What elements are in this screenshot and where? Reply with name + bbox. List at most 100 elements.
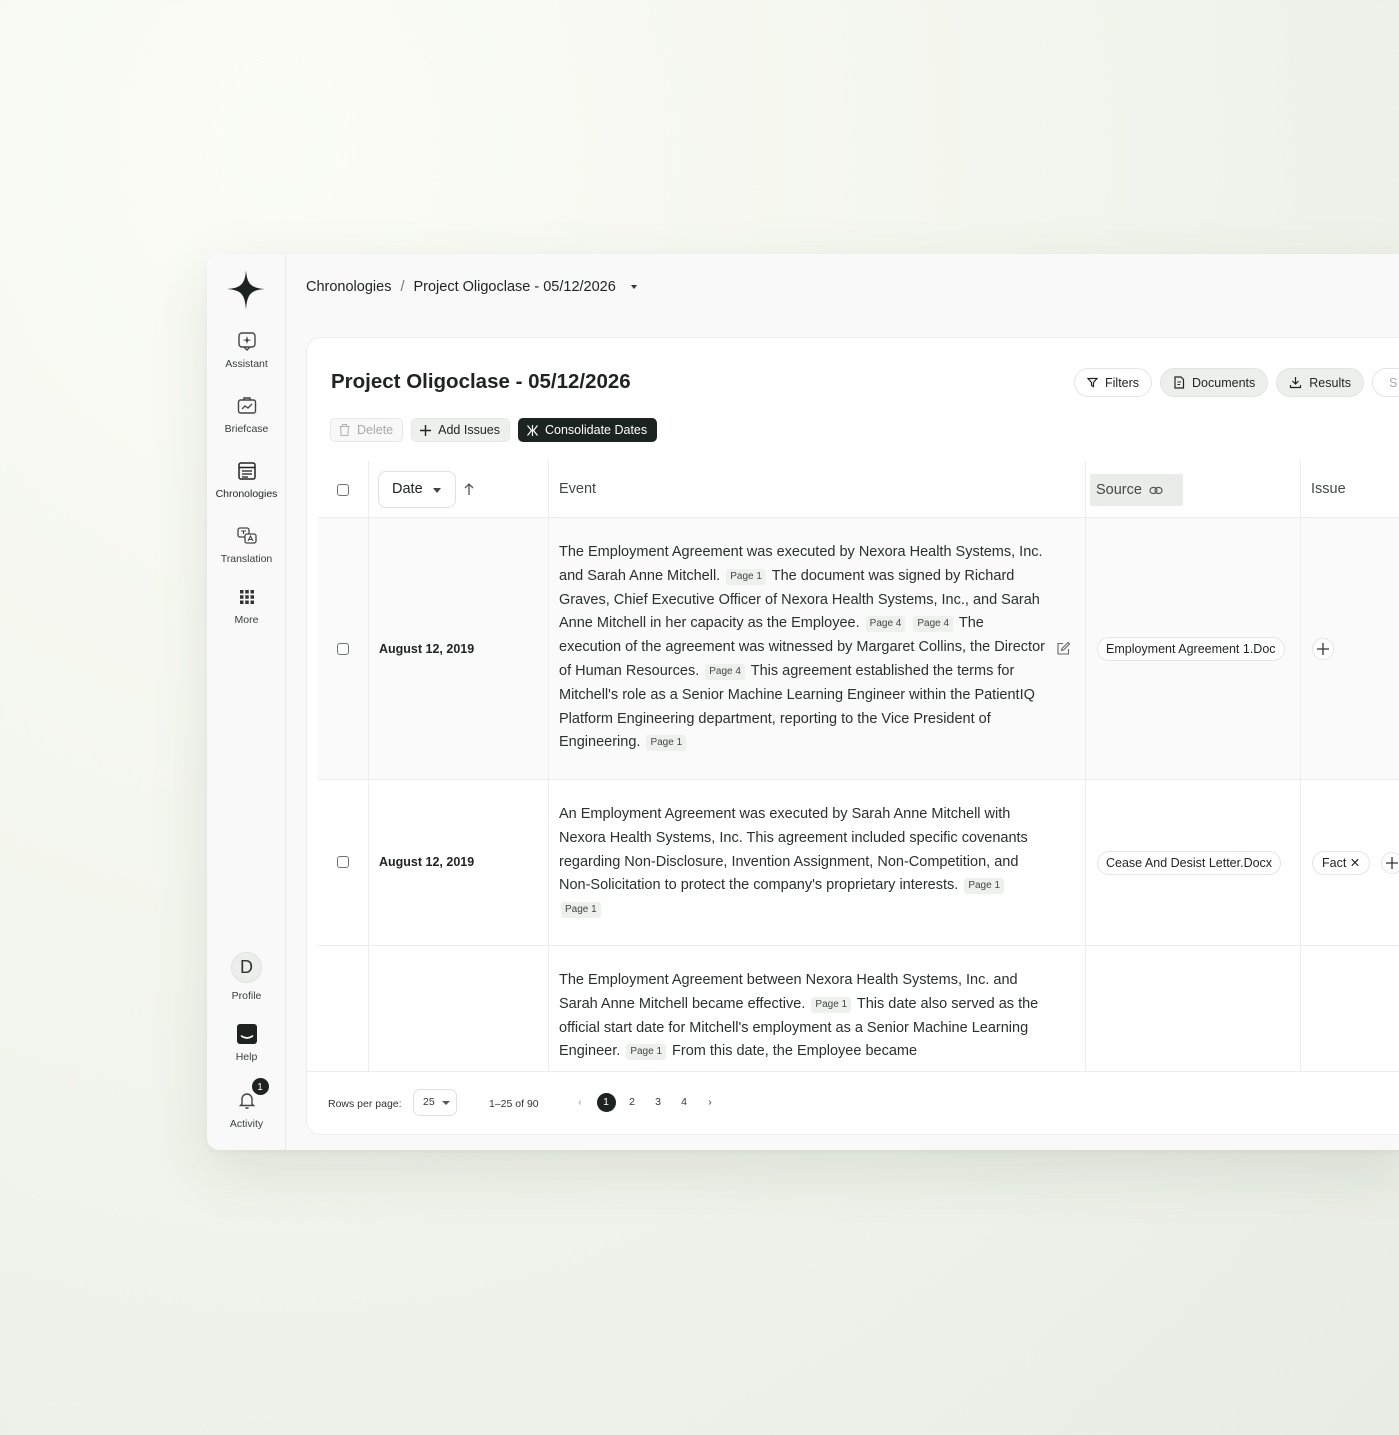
results-button[interactable]: Results xyxy=(1276,368,1364,397)
row-date: August 12, 2019 xyxy=(379,642,475,656)
avatar[interactable]: D xyxy=(231,952,262,983)
filters-button[interactable]: Filters xyxy=(1074,368,1153,397)
table-row[interactable]: The Employment Agreement between Nexora … xyxy=(318,946,1399,1071)
chronology-table: Date Event Source Issue August 12, 2019 … xyxy=(318,461,1399,1071)
chevron-down-icon[interactable] xyxy=(630,285,637,289)
chevron-down-icon xyxy=(442,1101,450,1105)
sidebar-item-activity[interactable]: 1 Activity xyxy=(207,1077,286,1130)
page-reference-chip[interactable]: Page 1 xyxy=(646,735,687,752)
source-chip[interactable]: Cease And Desist Letter.Docx xyxy=(1097,851,1282,875)
sidebar-item-more[interactable]: More xyxy=(207,586,286,626)
add-issues-label: Add Issues xyxy=(438,423,500,437)
app-logo-icon[interactable] xyxy=(225,270,267,310)
next-page-button[interactable]: › xyxy=(697,1092,723,1112)
sidebar-item-chronologies[interactable]: Chronologies xyxy=(207,460,286,500)
table-header: Date Event Source Issue xyxy=(318,461,1399,518)
column-divider xyxy=(1085,461,1086,1071)
event-column-header[interactable]: Event xyxy=(559,481,596,497)
row-checkbox[interactable] xyxy=(337,856,349,868)
briefcase-icon xyxy=(237,397,256,414)
plus-icon xyxy=(1386,857,1398,869)
truncated-label: S xyxy=(1388,375,1398,390)
link-icon xyxy=(1149,486,1163,494)
help-chat-icon xyxy=(236,1024,257,1044)
issue-column-header[interactable]: Issue xyxy=(1311,481,1346,497)
page-reference-chip[interactable]: Page 1 xyxy=(811,996,852,1013)
app-window: Assistant Briefcase Chronologies Transla… xyxy=(207,254,1399,1150)
truncated-button[interactable]: S xyxy=(1371,368,1399,397)
column-divider xyxy=(368,461,369,1071)
breadcrumb: Chronologies / Project Oligoclase - 05/1… xyxy=(306,279,637,295)
sidebar-item-translation[interactable]: Translation xyxy=(207,525,286,565)
trash-icon xyxy=(339,423,350,437)
page-button-current[interactable]: 1 xyxy=(596,1092,616,1112)
sidebar-item-label: Briefcase xyxy=(224,423,269,435)
page-reference-chip[interactable]: Page 1 xyxy=(726,568,766,585)
merge-icon xyxy=(527,424,538,436)
page-reference-chip[interactable]: Page 1 xyxy=(964,878,1005,895)
sidebar-item-briefcase[interactable]: Briefcase xyxy=(207,395,286,435)
pager: ‹ 1 2 3 4 › xyxy=(567,1092,723,1112)
grid-icon xyxy=(239,590,254,604)
delete-button[interactable]: Delete xyxy=(330,418,404,442)
breadcrumb-separator: / xyxy=(400,279,405,295)
rows-per-page-label: Rows per page: xyxy=(328,1098,402,1110)
sidebar: Assistant Briefcase Chronologies Transla… xyxy=(207,254,286,1150)
page-button[interactable]: 2 xyxy=(619,1092,645,1112)
plus-icon xyxy=(1317,643,1329,655)
sidebar-item-label: Activity xyxy=(229,1118,264,1130)
select-all-checkbox[interactable] xyxy=(337,484,349,496)
rows-per-page-select[interactable]: 25 xyxy=(413,1089,457,1116)
sidebar-item-label: Assistant xyxy=(225,358,268,370)
sort-ascending-icon[interactable] xyxy=(462,481,476,497)
sidebar-item-assistant[interactable]: Assistant xyxy=(207,330,286,370)
consolidate-dates-button[interactable]: Consolidate Dates xyxy=(517,418,658,442)
breadcrumb-root[interactable]: Chronologies xyxy=(306,279,391,295)
source-chip[interactable]: Employment Agreement 1.Doc xyxy=(1097,637,1285,661)
page-reference-chip[interactable]: Page 4 xyxy=(705,663,745,680)
document-icon xyxy=(1174,376,1185,389)
delete-label: Delete xyxy=(357,423,394,437)
sidebar-item-profile[interactable]: D Profile xyxy=(207,952,286,1002)
row-date: August 12, 2019 xyxy=(379,855,475,869)
sidebar-item-label: Translation xyxy=(220,553,273,565)
page-title: Project Oligoclase - 05/12/2026 xyxy=(331,370,631,393)
add-issue-button[interactable] xyxy=(1381,852,1399,874)
sidebar-item-label: Profile xyxy=(231,990,262,1002)
breadcrumb-current[interactable]: Project Oligoclase - 05/12/2026 xyxy=(413,279,615,295)
documents-button[interactable]: Documents xyxy=(1160,368,1269,397)
page-reference-chip[interactable]: Page 4 xyxy=(865,616,906,633)
pagination-range: 1–25 of 90 xyxy=(489,1098,539,1110)
edit-icon[interactable] xyxy=(1056,641,1071,656)
source-column-header[interactable]: Source xyxy=(1090,474,1183,506)
date-column-select[interactable]: Date xyxy=(378,471,456,508)
issue-chip[interactable]: Fact ✕ xyxy=(1312,851,1371,875)
source-column-label: Source xyxy=(1096,482,1142,498)
close-icon[interactable]: ✕ xyxy=(1350,856,1360,870)
prev-page-button[interactable]: ‹ xyxy=(567,1092,593,1112)
table-row[interactable]: August 12, 2019 An Employment Agreement … xyxy=(318,780,1399,946)
add-issues-button[interactable]: Add Issues xyxy=(411,418,510,442)
event-text: An Employment Agreement was executed by … xyxy=(559,806,1028,894)
row-event: The Employment Agreement between Nexora … xyxy=(559,969,1049,1064)
sidebar-item-help[interactable]: Help xyxy=(207,1023,286,1063)
row-checkbox[interactable] xyxy=(337,643,349,655)
bulk-toolbar: Delete Add Issues Consolidate Dates xyxy=(330,418,658,442)
table-row[interactable]: August 12, 2019 The Employment Agreement… xyxy=(318,518,1399,780)
row-event: An Employment Agreement was executed by … xyxy=(559,803,1049,922)
notification-badge: 1 xyxy=(250,1077,270,1096)
page-reference-chip[interactable]: Page 1 xyxy=(626,1044,667,1061)
page-reference-chip[interactable]: Page 1 xyxy=(561,902,601,919)
page-button[interactable]: 4 xyxy=(671,1092,697,1112)
page-reference-chip[interactable]: Page 4 xyxy=(913,616,954,633)
add-issue-button[interactable] xyxy=(1312,638,1334,660)
column-divider xyxy=(548,461,549,1071)
column-divider xyxy=(1300,461,1301,1071)
chevron-down-icon xyxy=(433,488,441,493)
issue-chip-label: Fact xyxy=(1322,856,1347,870)
date-column-label: Date xyxy=(392,481,423,497)
filter-icon xyxy=(1087,377,1098,388)
plus-icon xyxy=(420,424,432,436)
translation-icon xyxy=(236,527,257,544)
page-button[interactable]: 3 xyxy=(645,1092,671,1112)
